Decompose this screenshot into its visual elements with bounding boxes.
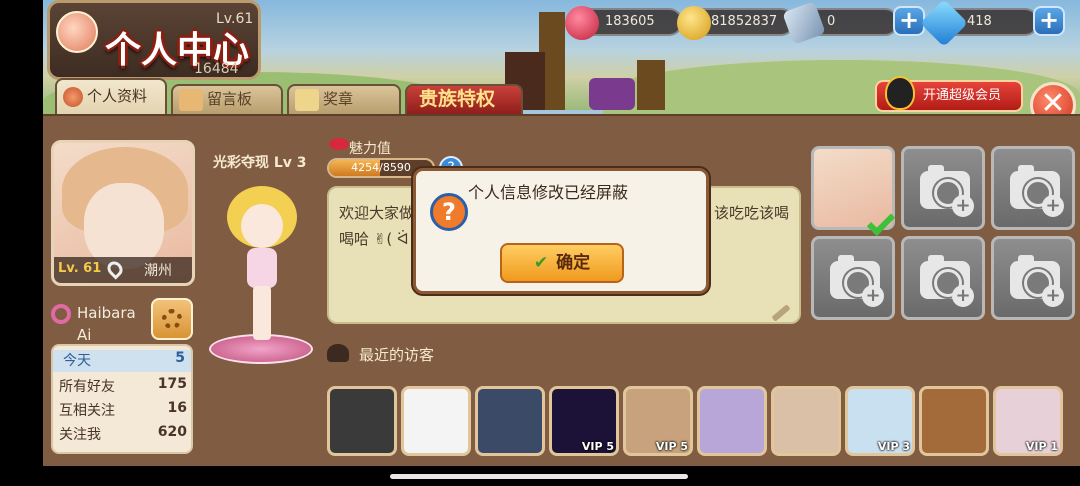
stat-label: 关注我 [59,427,101,443]
header-id-number: 16484 [194,61,239,77]
dialog-message: 个人信息修改已经屏蔽 [468,183,629,202]
vip-badge: VIP 5 [581,440,614,453]
tab-message-board[interactable]: 留言板 [171,84,283,114]
add-photo-slot[interactable]: + [991,146,1075,230]
visitor-avatar[interactable] [475,386,545,456]
tickets-counter: 0 [782,1,899,45]
hearts-value: 183605 [605,14,655,29]
medal-icon [295,88,319,111]
avatar-emblem-icon [56,11,98,53]
confirm-button[interactable]: ✔ 确定 [500,243,624,283]
profile-name: Haibara Ai [77,304,136,344]
avatar-level: Lv. 61 [58,261,102,276]
tab-noble-privileges[interactable]: 贵族特权 [405,84,523,114]
stat-value: 175 [157,376,187,392]
plus-icon: + [952,285,974,307]
charm-label: 魅力值 [349,141,391,157]
avatar-footer: Lv. 61 潮州 [54,257,192,283]
visitor-avatar[interactable]: VIP 5 [549,386,619,456]
visitor-avatar[interactable]: VIP 1 [993,386,1063,456]
stat-today: 今天 5 [53,350,191,372]
coin-icon [677,6,711,40]
lips-icon [329,138,349,150]
profile-header-badge: 个人中心 Lv.61 16484 [47,0,261,80]
coins-counter: 81852837 [677,6,795,40]
stat-value: 5 [175,350,185,366]
diamonds-value: 418 [967,14,992,29]
plus-icon: + [1042,285,1064,307]
visitor-avatar[interactable] [697,386,767,456]
qq-penguin-icon [885,76,915,110]
vip-badge: VIP 5 [655,440,688,453]
stat-label: 今天 [63,353,91,369]
super-vip-button[interactable]: 开通超级会员 [875,76,1023,112]
gear-icon [162,309,182,329]
visitor-avatar[interactable] [919,386,989,456]
recent-visitors-label: 最近的访客 [359,346,435,364]
heart-icon [565,6,599,40]
doll-legs [253,286,271,340]
vip-badge: VIP 1 [1025,440,1058,453]
super-vip-label: 开通超级会员 [923,88,1002,103]
hearts-counter: 183605 [565,6,683,40]
visitor-avatar[interactable]: VIP 5 [623,386,693,456]
avatar-location: 潮州 [144,263,172,279]
stat-value: 620 [157,424,187,440]
tab-medals-label: 奖章 [323,90,354,108]
tab-profile-label: 个人资料 [87,87,148,105]
location-pin-icon [104,258,126,280]
visitor-avatar[interactable] [327,386,397,456]
checkmark-icon [866,207,896,237]
visitor-avatar[interactable] [771,386,841,456]
visitor-avatar[interactable]: VIP 3 [845,386,915,456]
visitors-icon [327,344,349,362]
home-indicator[interactable] [390,474,688,479]
friend-stats: 今天 5 所有好友 175 互相关注 16 关注我 620 [51,344,193,454]
add-tickets-button[interactable]: + [893,6,925,36]
add-diamonds-button[interactable]: + [1033,6,1065,36]
check-icon: ✔ [533,253,549,273]
visitor-avatar[interactable] [401,386,471,456]
character-doll[interactable] [209,186,319,370]
plus-icon: + [1042,195,1064,217]
photo-slot-filled[interactable] [811,146,896,237]
tab-profile[interactable]: 个人资料 [55,78,167,114]
question-icon: ? [430,193,468,231]
vip-badge: VIP 3 [877,440,910,453]
charm-value: 4254/8590 [351,161,411,174]
confirm-label: 确定 [556,253,591,273]
profile-avatar[interactable]: Lv. 61 潮州 [51,140,195,286]
profile-tab-icon [63,86,83,107]
plus-icon: + [952,195,974,217]
message-board-icon [179,88,203,111]
stat-value: 16 [167,400,187,416]
diamonds-counter: 418 [919,0,1039,48]
tab-noble-label: 贵族特权 [419,88,496,110]
stat-label: 互相关注 [59,403,115,419]
rank-title: 光彩夺现 Lv 3 [213,155,307,171]
tab-medals[interactable]: 奖章 [287,84,401,114]
game-screen: 个人中心 Lv.61 16484 183605 81852837 0 + 418… [43,0,1080,466]
settings-button[interactable] [151,298,193,340]
add-photo-slot[interactable]: + [901,146,985,230]
tab-message-board-label: 留言板 [207,90,253,108]
add-photo-slot[interactable]: + [811,236,895,320]
doll-face [241,204,283,248]
doll-body [247,248,277,288]
edit-pencil-icon[interactable] [771,304,791,322]
stat-label: 所有好友 [59,379,115,395]
stat-followers[interactable]: 关注我 620 [59,424,187,446]
stat-all-friends[interactable]: 所有好友 175 [59,376,187,398]
plus-icon: + [862,285,884,307]
stat-mutual-follow[interactable]: 互相关注 16 [59,400,187,422]
tickets-value: 0 [827,14,836,29]
gender-female-icon [51,304,71,324]
add-photo-slot[interactable]: + [991,236,1075,320]
add-photo-slot[interactable]: + [901,236,985,320]
header-level: Lv.61 [216,11,254,27]
coins-value: 81852837 [711,14,778,29]
notice-dialog: ? 个人信息修改已经屏蔽 ✔ 确定 [413,168,709,294]
